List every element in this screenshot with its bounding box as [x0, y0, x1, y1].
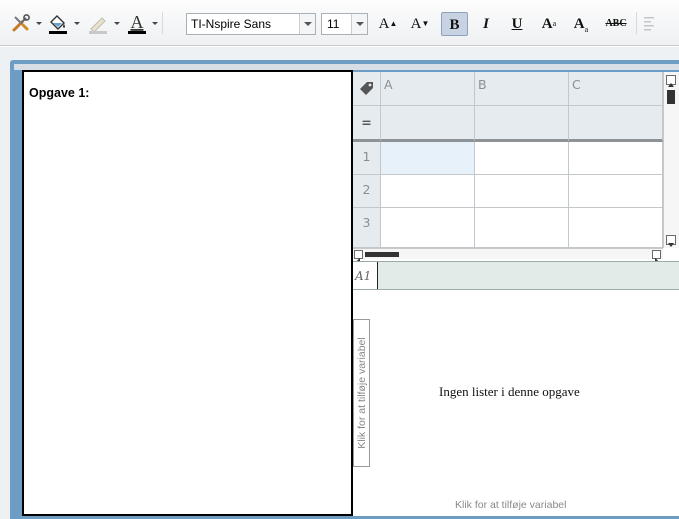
chevron-down-icon[interactable]: [36, 22, 42, 25]
tools-icon[interactable]: [10, 12, 32, 34]
tag-icon: [360, 82, 373, 95]
column-header-c[interactable]: C: [569, 72, 663, 106]
notes-title: Opgave 1:: [29, 86, 90, 100]
column-header-b[interactable]: B: [475, 72, 569, 106]
font-size-value: 11: [327, 17, 340, 31]
column-header-a[interactable]: A: [381, 72, 475, 106]
chevron-down-icon[interactable]: [74, 22, 80, 25]
scroll-up-icon[interactable]: [666, 75, 676, 87]
lists-spreadsheet-pane[interactable]: A B C = 1 2 3 A1 Klik for at tilføje var…: [353, 72, 679, 516]
empty-lists-message: Ingen lister i denne opgave: [439, 384, 580, 399]
align-icon[interactable]: [642, 13, 658, 33]
cell-c2[interactable]: [569, 175, 663, 208]
font-size-select[interactable]: 11: [321, 13, 368, 35]
increase-font-button[interactable]: A▲: [377, 12, 399, 36]
chevron-down-icon[interactable]: [114, 22, 120, 25]
notes-pane[interactable]: Opgave 1:: [22, 70, 353, 516]
row-header-1[interactable]: 1: [353, 142, 381, 175]
horizontal-scrollbar[interactable]: [353, 248, 663, 263]
decrease-font-button[interactable]: A▼: [409, 12, 431, 36]
formula-cell-c[interactable]: [569, 106, 663, 142]
scroll-down-icon[interactable]: [666, 235, 676, 247]
cell-b2[interactable]: [475, 175, 569, 208]
line-color-icon[interactable]: [86, 11, 110, 35]
formula-cell-a[interactable]: [381, 106, 475, 142]
decrease-font-label: A: [410, 16, 422, 32]
format-toolbar: A TI-Nspire Sans 11 A▲ A▼ B I U Aa Aa AB: [0, 0, 679, 46]
cell-b3[interactable]: [475, 208, 569, 248]
increase-arrow-icon: ▲: [389, 19, 398, 28]
chevron-down-icon[interactable]: [351, 14, 367, 34]
add-variable-bottom-button[interactable]: Klik for at tilføje variabel: [455, 499, 566, 511]
corner-cell[interactable]: [353, 72, 381, 106]
subscript-button[interactable]: Aa: [569, 12, 593, 36]
fill-color-icon[interactable]: [46, 11, 70, 35]
spreadsheet-grid: A B C = 1 2 3: [353, 72, 663, 248]
chevron-down-icon[interactable]: [152, 22, 158, 25]
subscript-a-icon: a: [584, 25, 589, 34]
formula-row-label: =: [353, 106, 381, 142]
strikethrough-button[interactable]: ABC: [601, 12, 631, 36]
cell-c1[interactable]: [569, 142, 663, 175]
font-family-select[interactable]: TI-Nspire Sans: [186, 13, 316, 35]
row-header-2[interactable]: 2: [353, 175, 381, 208]
cell-a1[interactable]: [381, 142, 475, 175]
italic-button[interactable]: I: [475, 12, 497, 36]
cell-b1[interactable]: [475, 142, 569, 175]
cell-a2[interactable]: [381, 175, 475, 208]
strikethrough-label: ABC: [605, 18, 627, 29]
text-color-icon[interactable]: A: [126, 11, 148, 35]
cell-entry-line: A1: [353, 261, 679, 290]
vertical-scroll-thumb[interactable]: [667, 90, 675, 104]
cell-entry-input[interactable]: [377, 262, 679, 289]
cell-reference-label: A1: [355, 269, 372, 283]
subscript-label: A: [573, 16, 585, 32]
bold-button[interactable]: B: [441, 12, 468, 36]
cell-c3[interactable]: [569, 208, 663, 248]
vertical-scrollbar[interactable]: [663, 72, 679, 248]
italic-label: I: [483, 16, 489, 32]
superscript-button[interactable]: Aa: [537, 12, 561, 36]
superscript-a-icon: a: [552, 19, 557, 28]
add-variable-side-label: Klik for at tilføje variabel: [355, 337, 368, 449]
row-header-3[interactable]: 3: [353, 208, 381, 248]
font-family-value: TI-Nspire Sans: [191, 17, 272, 31]
increase-font-label: A: [378, 16, 390, 32]
underline-label: U: [511, 16, 523, 32]
chevron-down-icon[interactable]: [299, 14, 315, 34]
cell-a3[interactable]: [381, 208, 475, 248]
bold-label: B: [449, 17, 460, 33]
scroll-right-icon[interactable]: [652, 250, 661, 263]
add-variable-side-button[interactable]: Klik for at tilføje variabel: [353, 319, 370, 467]
superscript-label: A: [541, 16, 553, 32]
svg-text:A: A: [131, 12, 144, 32]
decrease-arrow-icon: ▼: [421, 19, 430, 28]
horizontal-scroll-thumb[interactable]: [365, 252, 399, 257]
formula-cell-b[interactable]: [475, 106, 569, 142]
underline-button[interactable]: U: [506, 12, 528, 36]
scroll-left-icon[interactable]: [354, 250, 363, 263]
